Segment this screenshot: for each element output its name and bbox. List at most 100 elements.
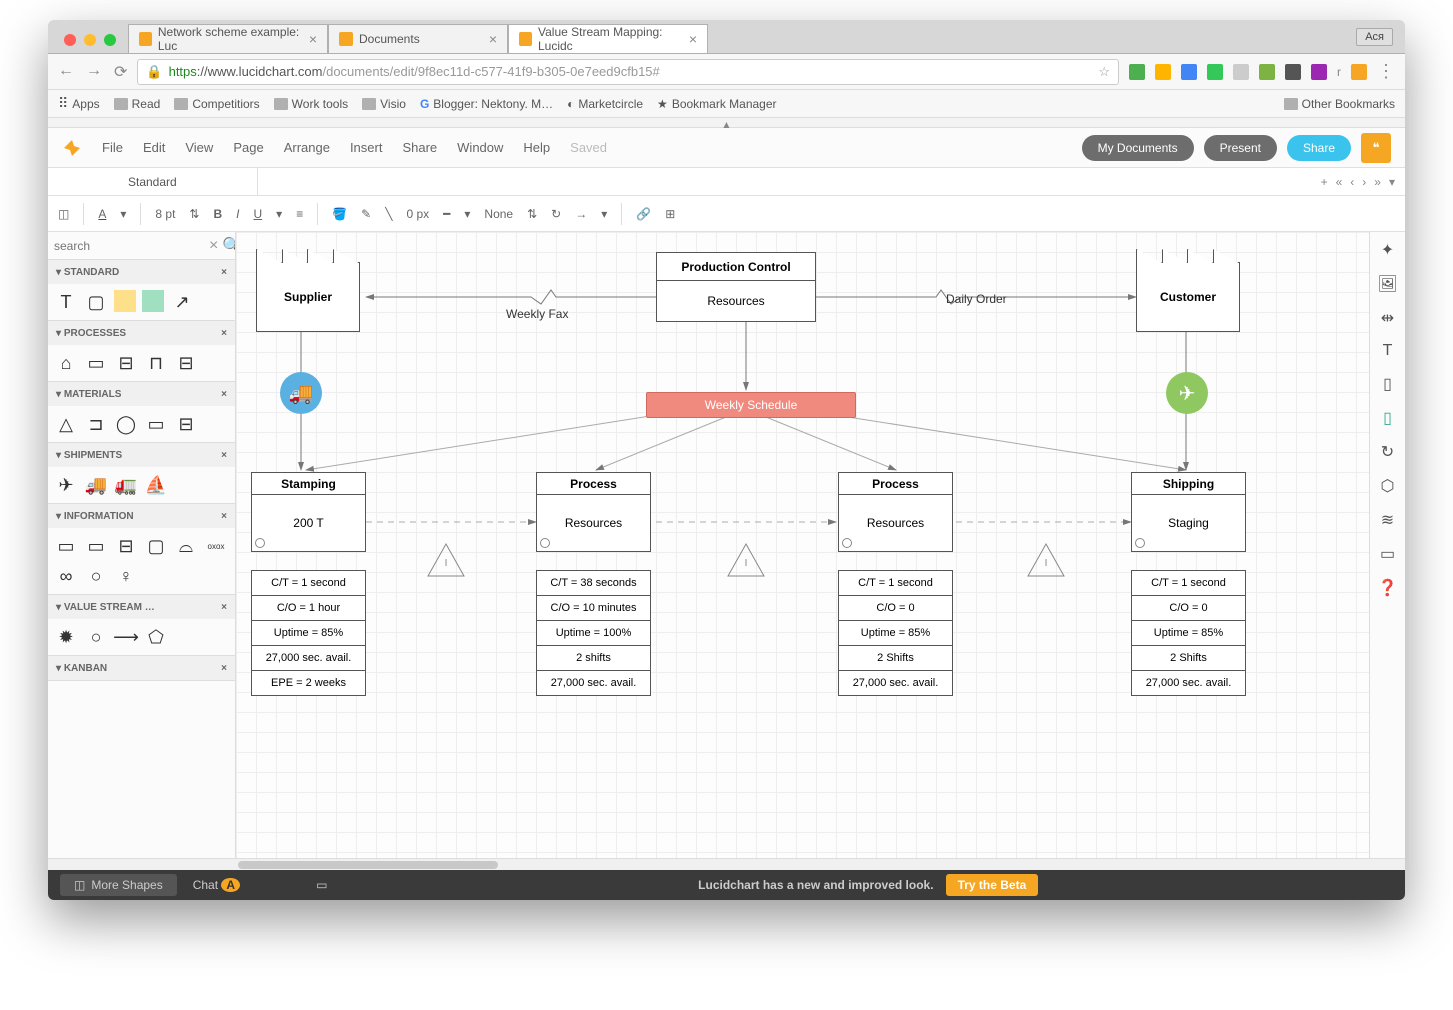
image-icon[interactable]: 🖼	[1377, 274, 1397, 294]
dropdown-icon[interactable]: ▾	[464, 207, 470, 221]
ext-icon[interactable]	[1181, 64, 1197, 80]
present-icon[interactable]: ▭	[1380, 544, 1395, 564]
page-icon[interactable]: ▯	[1383, 374, 1392, 394]
apps-button[interactable]: ⠿Apps	[58, 95, 100, 112]
ext-icon[interactable]	[1233, 64, 1249, 80]
bookmark-item[interactable]: ◐Marketcircle	[567, 97, 643, 111]
doc-icon[interactable]: ▯	[1383, 408, 1392, 428]
my-documents-button[interactable]: My Documents	[1082, 135, 1194, 161]
reload-icon[interactable]: ⟳	[114, 62, 127, 82]
window-zoom[interactable]	[104, 34, 116, 46]
panel-header-information[interactable]: ▾ INFORMATION×	[48, 504, 235, 528]
browser-tab[interactable]: Value Stream Mapping: Lucidc×	[508, 24, 708, 53]
text-icon[interactable]: T	[1383, 342, 1393, 360]
prev-page-icon[interactable]: ‹	[1350, 175, 1354, 189]
inventory-triangle[interactable]: I	[726, 542, 766, 578]
fifo-shape-icon[interactable]: ▭	[144, 412, 168, 436]
plane-shape-icon[interactable]: ✈	[54, 473, 78, 497]
kaizen-shape-icon[interactable]: ✹	[54, 625, 78, 649]
menu-icon[interactable]: ⋮	[1377, 61, 1395, 82]
bookmark-folder[interactable]: Work tools	[274, 97, 348, 111]
star-icon[interactable]: ☆	[1098, 64, 1110, 80]
inventory-shape-icon[interactable]: △	[54, 412, 78, 436]
menu-insert[interactable]: Insert	[350, 140, 383, 155]
process-shipping[interactable]: Shipping Staging	[1131, 472, 1246, 552]
menu-page[interactable]: Page	[233, 140, 263, 155]
databox-shipping[interactable]: C/T = 1 second C/O = 0 Uptime = 85% 2 Sh…	[1131, 570, 1246, 696]
layers-icon[interactable]: ≋	[1381, 510, 1394, 530]
customer-shape[interactable]: Customer	[1136, 262, 1240, 332]
info-shape-icon[interactable]: ▭	[84, 534, 108, 558]
shape-search[interactable]: × 🔍	[48, 232, 235, 260]
databox-process1[interactable]: C/T = 38 seconds C/O = 10 minutes Uptime…	[536, 570, 651, 696]
comment-icon[interactable]: ❝	[1361, 133, 1391, 163]
ext-icon[interactable]	[1207, 64, 1223, 80]
process2-shape-icon[interactable]: ⊟	[114, 351, 138, 375]
next-page-icon[interactable]: ›	[1362, 175, 1366, 189]
inventory-triangle[interactable]: I	[426, 542, 466, 578]
add-page-icon[interactable]: +	[1321, 175, 1328, 189]
menu-edit[interactable]: Edit	[143, 140, 165, 155]
line-shape-icon[interactable]: ╲	[385, 207, 392, 221]
dropdown-icon[interactable]: ▾	[120, 207, 126, 221]
ext-icon[interactable]	[1311, 64, 1327, 80]
bookmark-folder[interactable]: Read	[114, 97, 161, 111]
line-style-solid[interactable]: ━	[443, 207, 450, 221]
try-beta-button[interactable]: Try the Beta	[946, 874, 1039, 896]
oxox-shape-icon[interactable]: oxox	[204, 534, 228, 558]
profile-badge[interactable]: Ася	[1356, 28, 1393, 46]
line-end-select[interactable]: None	[484, 207, 513, 221]
present-button[interactable]: Present	[1204, 135, 1277, 161]
text-color-icon[interactable]: A	[98, 207, 106, 221]
text-shape[interactable]: T	[54, 290, 78, 314]
more-shapes-button[interactable]: ◫More Shapes	[60, 874, 177, 896]
panel-header-materials[interactable]: ▾ MATERIALS×	[48, 382, 235, 406]
border-color-icon[interactable]: ✎	[361, 207, 371, 221]
close-icon[interactable]: ×	[309, 31, 317, 47]
data-shape-icon[interactable]: ⊟	[174, 351, 198, 375]
close-icon[interactable]: ×	[689, 31, 697, 47]
menu-window[interactable]: Window	[457, 140, 503, 155]
panel-header-standard[interactable]: ▾ STANDARD×	[48, 260, 235, 284]
url-field[interactable]: 🔒 https://www.lucidchart.com/documents/e…	[137, 59, 1119, 85]
back-icon[interactable]: ←	[58, 62, 74, 82]
close-icon[interactable]: ×	[221, 450, 227, 461]
share-button[interactable]: Share	[1287, 135, 1351, 161]
databox-stamping[interactable]: C/T = 1 second C/O = 1 hour Uptime = 85%…	[251, 570, 366, 696]
note-shape[interactable]	[114, 290, 136, 312]
h-scrollbar[interactable]	[238, 861, 498, 869]
line-width-field[interactable]: 0 px	[406, 207, 429, 221]
close-icon[interactable]: ×	[221, 602, 227, 613]
close-icon[interactable]: ×	[221, 389, 227, 400]
supermarket-shape-icon[interactable]: ◯	[114, 412, 138, 436]
close-icon[interactable]: ×	[221, 267, 227, 278]
close-icon[interactable]: ×	[489, 31, 497, 47]
forklift-shape-icon[interactable]: 🚛	[114, 473, 138, 497]
databox-process2[interactable]: C/T = 1 second C/O = 0 Uptime = 85% 2 Sh…	[838, 570, 953, 696]
flip-icon[interactable]: ↻	[551, 207, 561, 221]
search-input[interactable]	[54, 239, 209, 253]
ext-letter[interactable]: r	[1337, 65, 1341, 79]
ext-icon[interactable]	[1155, 64, 1171, 80]
process-shape-icon[interactable]: ▭	[84, 351, 108, 375]
menu-arrange[interactable]: Arrange	[284, 140, 330, 155]
page-tab[interactable]: Standard	[48, 168, 258, 195]
menu-share[interactable]: Share	[402, 140, 437, 155]
truck-shape-icon[interactable]: 🚚	[84, 473, 108, 497]
stepper-icon[interactable]: ⇅	[189, 207, 199, 221]
align-button[interactable]: ≡	[296, 207, 303, 221]
data-icon[interactable]: ⬡	[1381, 476, 1395, 496]
window-minimize[interactable]	[84, 34, 96, 46]
supplier-shape[interactable]: Supplier	[256, 262, 360, 332]
glasses-shape-icon[interactable]: ∞	[54, 564, 78, 588]
boat-shape-icon[interactable]: ⛵	[144, 473, 168, 497]
ext-icon[interactable]	[1351, 64, 1367, 80]
arrow-shape[interactable]: ↗	[170, 290, 194, 314]
panel-header-valuestream[interactable]: ▾ VALUE STREAM …×	[48, 595, 235, 619]
inventory-triangle[interactable]: I	[1026, 542, 1066, 578]
search-icon[interactable]: 🔍	[222, 236, 236, 256]
italic-button[interactable]: I	[236, 207, 239, 221]
factory-shape-icon[interactable]: ⌂	[54, 351, 78, 375]
window-close[interactable]	[64, 34, 76, 46]
panel-header-processes[interactable]: ▾ PROCESSES×	[48, 321, 235, 345]
